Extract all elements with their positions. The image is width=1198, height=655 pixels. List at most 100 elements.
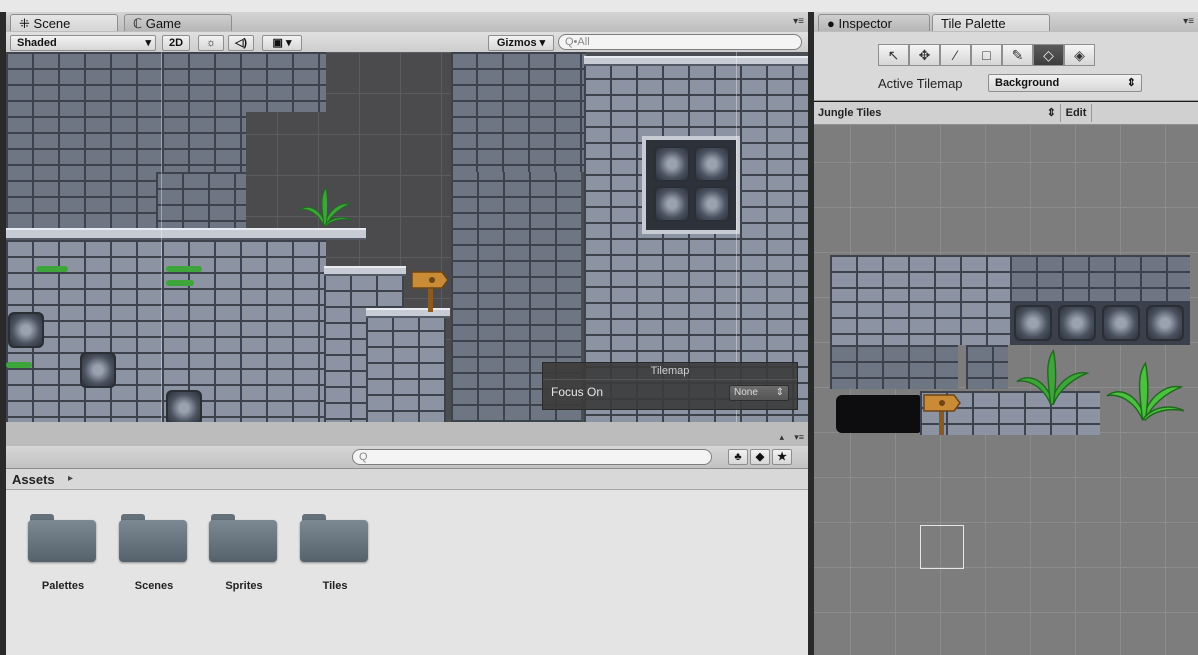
palette-tile-border[interactable] xyxy=(830,301,1010,345)
palette-tile-ornament[interactable] xyxy=(1102,305,1140,341)
tile-palette-grid[interactable] xyxy=(814,125,1198,655)
folder-label: Sprites xyxy=(225,580,263,592)
carved-stone-ornament xyxy=(694,186,730,222)
project-toolbar: Q ♣ ◆ ★ xyxy=(6,446,808,469)
speaker-icon: ◁) xyxy=(234,37,248,49)
folder-label: Tiles xyxy=(322,580,348,592)
palette-tile-wall[interactable] xyxy=(966,345,1008,389)
panel-splitter[interactable]: ▴ ▾≡ xyxy=(6,422,808,446)
folder-icon-body xyxy=(300,520,368,562)
breadcrumb-arrow-icon: ▸ xyxy=(68,473,74,484)
lighting-toggle[interactable]: ☼ xyxy=(198,35,224,51)
paint-brush-tool[interactable]: ⁄ xyxy=(940,44,971,66)
folder-icon-body xyxy=(119,520,187,562)
tab-scene-label: Scene xyxy=(33,16,71,31)
chevron-updown-icon: ⇕ xyxy=(1046,107,1056,119)
palette-tile-signpost[interactable] xyxy=(920,391,964,435)
palette-tile-stone[interactable] xyxy=(830,255,1010,301)
stone-ledge xyxy=(6,228,366,240)
filter-by-type-button[interactable]: ♣ xyxy=(728,449,748,465)
palette-dropdown[interactable]: Jungle Tiles ⇕ xyxy=(818,104,1058,122)
palette-tile-shadow[interactable] xyxy=(836,395,920,433)
palette-tile-stone-dark[interactable] xyxy=(1010,255,1190,301)
tab-scene[interactable]: ⁜ Scene xyxy=(10,14,118,31)
palette-tile-plant-large[interactable] xyxy=(1104,345,1185,435)
carved-stone-ornament xyxy=(166,390,202,422)
window-top-border xyxy=(0,0,1198,12)
eraser-tool[interactable]: ◇ xyxy=(1033,44,1064,66)
active-tilemap-label: Active Tilemap xyxy=(878,76,963,91)
project-search-input[interactable]: Q xyxy=(352,449,712,465)
select-tool[interactable]: ↖ xyxy=(878,44,909,66)
palette-tile-wall[interactable] xyxy=(830,345,958,389)
flood-fill-tool[interactable]: ◈ xyxy=(1064,44,1095,66)
carved-stone-ornament xyxy=(694,146,730,182)
breadcrumb-assets[interactable]: Assets xyxy=(12,472,55,487)
focus-on-value: None xyxy=(734,387,758,398)
tab-tile-palette[interactable]: Tile Palette xyxy=(932,14,1050,31)
box-fill-tool[interactable]: □ xyxy=(971,44,1002,66)
carved-stone-ornament xyxy=(8,312,44,348)
filter-by-label-button[interactable]: ◆ xyxy=(750,449,770,465)
breadcrumb: Assets ▸ xyxy=(6,469,808,490)
favorites-button[interactable]: ★ xyxy=(772,449,792,465)
stone-wall xyxy=(156,172,246,232)
palette-tile-plant-small[interactable] xyxy=(1014,345,1090,407)
palette-cursor-cell xyxy=(920,525,964,569)
stone-ledge xyxy=(584,56,808,66)
chevron-updown-icon: ⇕ xyxy=(775,387,784,398)
eyedropper-icon: ✎ xyxy=(1011,47,1024,63)
move-tool[interactable]: ✥ xyxy=(909,44,940,66)
focus-on-dropdown[interactable]: None ⇕ xyxy=(729,385,789,401)
scene-search-input[interactable]: Q•All xyxy=(558,34,802,50)
tilemap-overlay-title: Tilemap xyxy=(543,363,797,380)
tab-inspector-label: Inspector xyxy=(838,16,892,31)
lock-icon[interactable]: ▴ xyxy=(779,432,784,443)
gizmos-dropdown[interactable]: Gizmos ▾ xyxy=(488,35,554,51)
carved-stone-ornament xyxy=(654,146,690,182)
scene-toolbar: Shaded ▾ 2D ☼ ◁) ▣ ▾ Gizmos ▾ Q•All xyxy=(6,32,808,53)
tab-game-label: Game xyxy=(145,16,182,31)
focus-on-label: Focus On xyxy=(551,385,604,399)
panel-menu-icon[interactable]: ▾≡ xyxy=(794,432,804,443)
eyedropper-tool[interactable]: ✎ xyxy=(1002,44,1033,66)
right-panel-tabbar: ● Inspector Tile Palette ▾≡ xyxy=(814,12,1198,33)
info-icon: ● xyxy=(827,16,835,31)
game-icon: ℂ xyxy=(133,16,143,31)
scene-view[interactable]: Tilemap Focus On None ⇕ xyxy=(6,52,808,422)
palette-edit-button[interactable]: Edit xyxy=(1060,104,1092,122)
tag-icon: ◆ xyxy=(755,451,765,463)
mode-2d-toggle[interactable]: 2D xyxy=(162,35,190,51)
window-border xyxy=(0,12,6,655)
eraser-icon: ◇ xyxy=(1043,47,1054,63)
gizmos-label: Gizmos xyxy=(496,37,537,49)
moss xyxy=(36,266,68,272)
moss xyxy=(166,280,194,286)
palette-selector-bar: Jungle Tiles ⇕ Edit xyxy=(814,102,1198,125)
tilemap-overlay: Tilemap Focus On None ⇕ xyxy=(542,362,798,410)
scene-tabbar: ⁜ Scene ℂ Game ▾≡ xyxy=(6,12,808,33)
palette-tile-ornament[interactable] xyxy=(1058,305,1096,341)
asset-grid: Palettes Scenes Sprites Tiles xyxy=(6,490,808,655)
folder-icon-body xyxy=(28,520,96,562)
palette-tile-ornament[interactable] xyxy=(1146,305,1184,341)
panel-menu-icon[interactable]: ▾≡ xyxy=(793,16,804,27)
carved-stone-ornament xyxy=(80,352,116,388)
cursor-icon: ↖ xyxy=(887,47,900,63)
wooden-signpost xyxy=(410,268,450,312)
edit-label: Edit xyxy=(1065,107,1087,119)
active-tilemap-value: Background xyxy=(995,77,1060,89)
tile-palette-toolbar: ↖ ✥ ⁄ □ ✎ ◇ ◈ Active Tilemap Background … xyxy=(814,32,1198,101)
audio-toggle[interactable]: ◁) xyxy=(228,35,254,51)
effects-dropdown[interactable]: ▣ ▾ xyxy=(262,35,302,51)
tab-inspector[interactable]: ● Inspector xyxy=(818,14,930,31)
shading-mode-value: Shaded xyxy=(17,37,57,49)
tab-tile-palette-label: Tile Palette xyxy=(941,16,1006,31)
active-tilemap-dropdown[interactable]: Background ⇕ xyxy=(988,74,1142,92)
tab-game[interactable]: ℂ Game xyxy=(124,14,232,31)
moss xyxy=(6,362,32,368)
shading-mode-dropdown[interactable]: Shaded ▾ xyxy=(10,35,156,51)
palette-tile-ornament[interactable] xyxy=(1014,305,1052,341)
panel-menu-icon[interactable]: ▾≡ xyxy=(1183,16,1194,27)
panel-divider[interactable] xyxy=(808,12,814,655)
